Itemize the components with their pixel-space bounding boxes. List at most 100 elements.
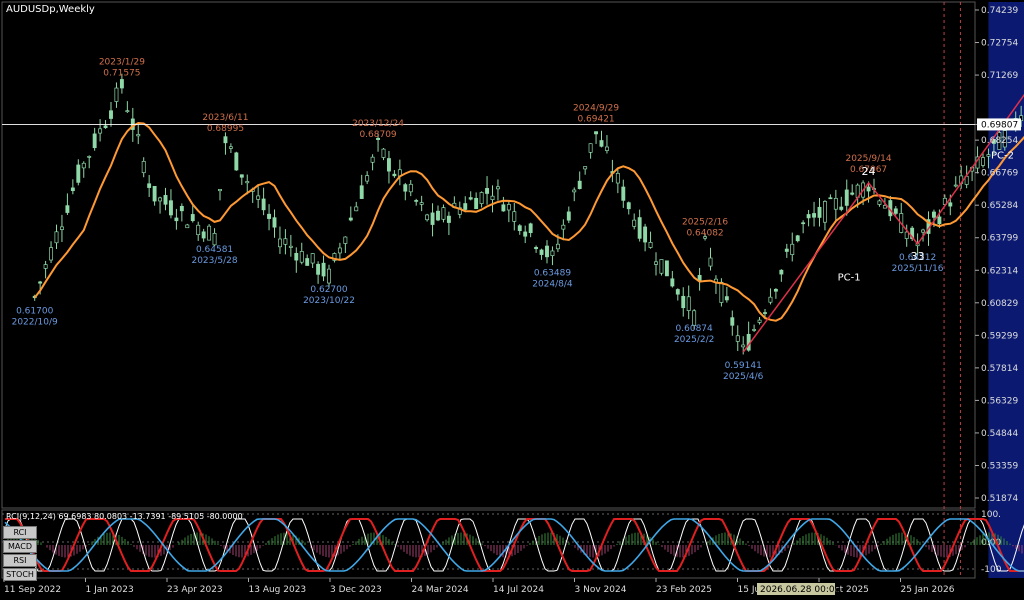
pc-label: PC-1 bbox=[838, 272, 861, 283]
y-tick-label: 0.51874 bbox=[981, 494, 1018, 504]
swing-low-date: 2023/5/28 bbox=[191, 256, 237, 266]
candle-body bbox=[981, 157, 985, 166]
candle-body bbox=[850, 192, 855, 195]
candle-body bbox=[65, 205, 70, 213]
candle-body bbox=[741, 344, 746, 348]
candle-body bbox=[359, 185, 364, 199]
candle-body bbox=[490, 195, 495, 201]
candle-body bbox=[670, 278, 675, 287]
candle-body bbox=[43, 264, 48, 269]
candle-body bbox=[839, 206, 844, 210]
y-tick-label: 0.54844 bbox=[981, 429, 1018, 439]
y-tick-label: 0.60829 bbox=[981, 299, 1018, 309]
candle-body bbox=[550, 250, 555, 256]
candle-body bbox=[169, 200, 173, 216]
candle-body bbox=[779, 269, 784, 275]
candle-body bbox=[648, 242, 653, 248]
chart-canvas[interactable]: 0.617002022/10/92023/1/290.715750.645812… bbox=[0, 0, 1024, 600]
candle-body bbox=[141, 161, 146, 174]
candle-body bbox=[577, 180, 582, 189]
swing-low-price: 0.62700 bbox=[310, 285, 347, 295]
candle-body bbox=[539, 249, 544, 255]
candle-body bbox=[583, 166, 588, 170]
swing-high-date: 2023/1/29 bbox=[99, 58, 145, 68]
candle-body bbox=[196, 224, 201, 236]
y-tick-label: 0.69807 bbox=[981, 120, 1018, 130]
swing-high-date: 2024/9/29 bbox=[573, 104, 619, 114]
swing-high-price: 0.68709 bbox=[359, 130, 396, 140]
candle-body bbox=[615, 173, 620, 184]
candle-body bbox=[675, 289, 680, 295]
y-tick-label: 0.74239 bbox=[981, 6, 1018, 16]
candle-body bbox=[223, 136, 228, 144]
candle-body bbox=[719, 281, 724, 303]
candle-body bbox=[937, 216, 942, 225]
candle-body bbox=[228, 146, 233, 149]
y-tick-label: 0.66769 bbox=[981, 169, 1018, 179]
candle-body bbox=[365, 175, 370, 182]
swing-low-date: 2022/10/9 bbox=[12, 318, 58, 328]
candle-body bbox=[893, 208, 898, 214]
rsi-button[interactable]: RSI bbox=[3, 554, 37, 567]
candle-body bbox=[174, 217, 179, 222]
swing-high-price: 0.64082 bbox=[686, 229, 723, 239]
swing-low-date: 2025/4/6 bbox=[723, 372, 764, 382]
candle-body bbox=[485, 188, 490, 194]
candle-body bbox=[387, 158, 391, 172]
candle-body bbox=[643, 226, 648, 243]
swing-high-date: 2023/6/11 bbox=[202, 113, 248, 123]
candle-body bbox=[795, 235, 800, 242]
pattern-count-label: 33 bbox=[911, 250, 925, 263]
candle-body bbox=[392, 173, 397, 177]
candle-body bbox=[626, 202, 631, 210]
candle-body bbox=[403, 184, 408, 192]
x-tick-label: 24 Mar 2024 bbox=[412, 585, 469, 595]
candle-body bbox=[681, 295, 686, 309]
candle-body bbox=[348, 217, 353, 221]
candle-body bbox=[817, 206, 822, 218]
swing-high-price: 0.69421 bbox=[577, 115, 614, 125]
candle-body bbox=[790, 243, 795, 255]
y-tick-label: 0.62314 bbox=[981, 266, 1018, 276]
pattern-count-label: 24 bbox=[862, 165, 876, 178]
candle-body bbox=[316, 263, 321, 275]
candle-body bbox=[545, 245, 549, 258]
candle-body bbox=[921, 229, 926, 233]
candle-body bbox=[757, 319, 762, 323]
candle-body bbox=[599, 140, 604, 147]
candle-body bbox=[866, 186, 871, 192]
x-tick-label: 14 Jul 2024 bbox=[493, 585, 544, 595]
y-tick-label: 0.56329 bbox=[981, 396, 1018, 406]
x-tick-label: 23 Apr 2023 bbox=[167, 585, 223, 595]
candle-body bbox=[822, 201, 827, 223]
swing-low-price: 0.64581 bbox=[196, 245, 233, 255]
y-tick-label: 0.68254 bbox=[981, 136, 1018, 146]
macd-button[interactable]: MACD bbox=[3, 540, 37, 553]
y-tick-label: 0.71269 bbox=[981, 71, 1018, 81]
candle-body bbox=[136, 134, 141, 137]
candle-body bbox=[948, 202, 953, 207]
stoch-button[interactable]: STOCH bbox=[3, 568, 37, 581]
x-tick-label: 1 Jan 2023 bbox=[86, 585, 134, 595]
candle-body bbox=[201, 231, 206, 239]
x-tick-label: 13 Aug 2023 bbox=[249, 585, 307, 595]
candle-body bbox=[986, 154, 991, 157]
rci-button[interactable]: RCI bbox=[3, 526, 37, 539]
candle-body bbox=[523, 231, 528, 237]
candle-body bbox=[555, 243, 560, 250]
y-tick-label: 0.57814 bbox=[981, 364, 1018, 374]
candle-body bbox=[904, 231, 909, 239]
candle-body bbox=[419, 202, 424, 205]
candle-body bbox=[474, 197, 479, 210]
candle-body bbox=[436, 210, 440, 221]
candle-body bbox=[594, 131, 599, 135]
candle-body bbox=[321, 262, 326, 277]
candle-body bbox=[621, 186, 626, 201]
swing-low-date: 2025/2/2 bbox=[674, 335, 714, 345]
candle-body bbox=[496, 186, 500, 190]
candle-body bbox=[152, 185, 157, 202]
candle-body bbox=[343, 236, 348, 244]
candle-body bbox=[784, 248, 789, 252]
candle-body bbox=[708, 257, 713, 267]
candle-body bbox=[506, 204, 511, 211]
